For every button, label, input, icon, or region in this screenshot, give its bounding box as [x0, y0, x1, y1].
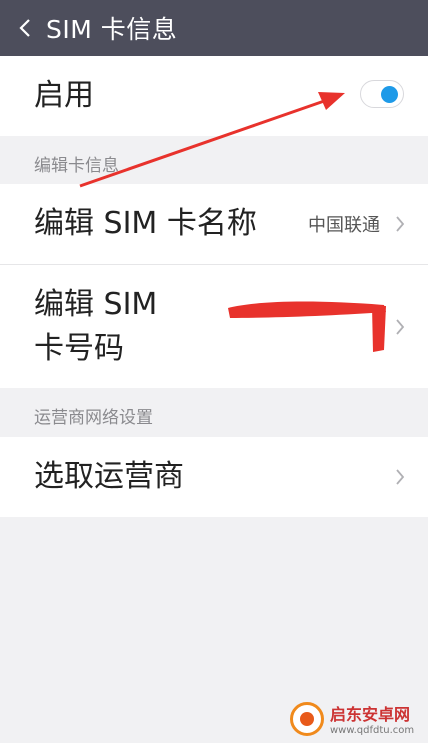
redaction-scribble — [228, 301, 386, 318]
annotation-overlay — [79, 92, 386, 352]
watermark-url: www.qdfdtu.com — [330, 725, 415, 736]
watermark-logo-icon — [290, 701, 324, 736]
red-arrow-annotation — [79, 92, 345, 188]
watermark-title: 启东安卓网 — [330, 705, 411, 724]
watermark: 启东安卓网 www.qdfdtu.com — [290, 694, 428, 743]
redaction-scribble-tail — [372, 306, 386, 352]
